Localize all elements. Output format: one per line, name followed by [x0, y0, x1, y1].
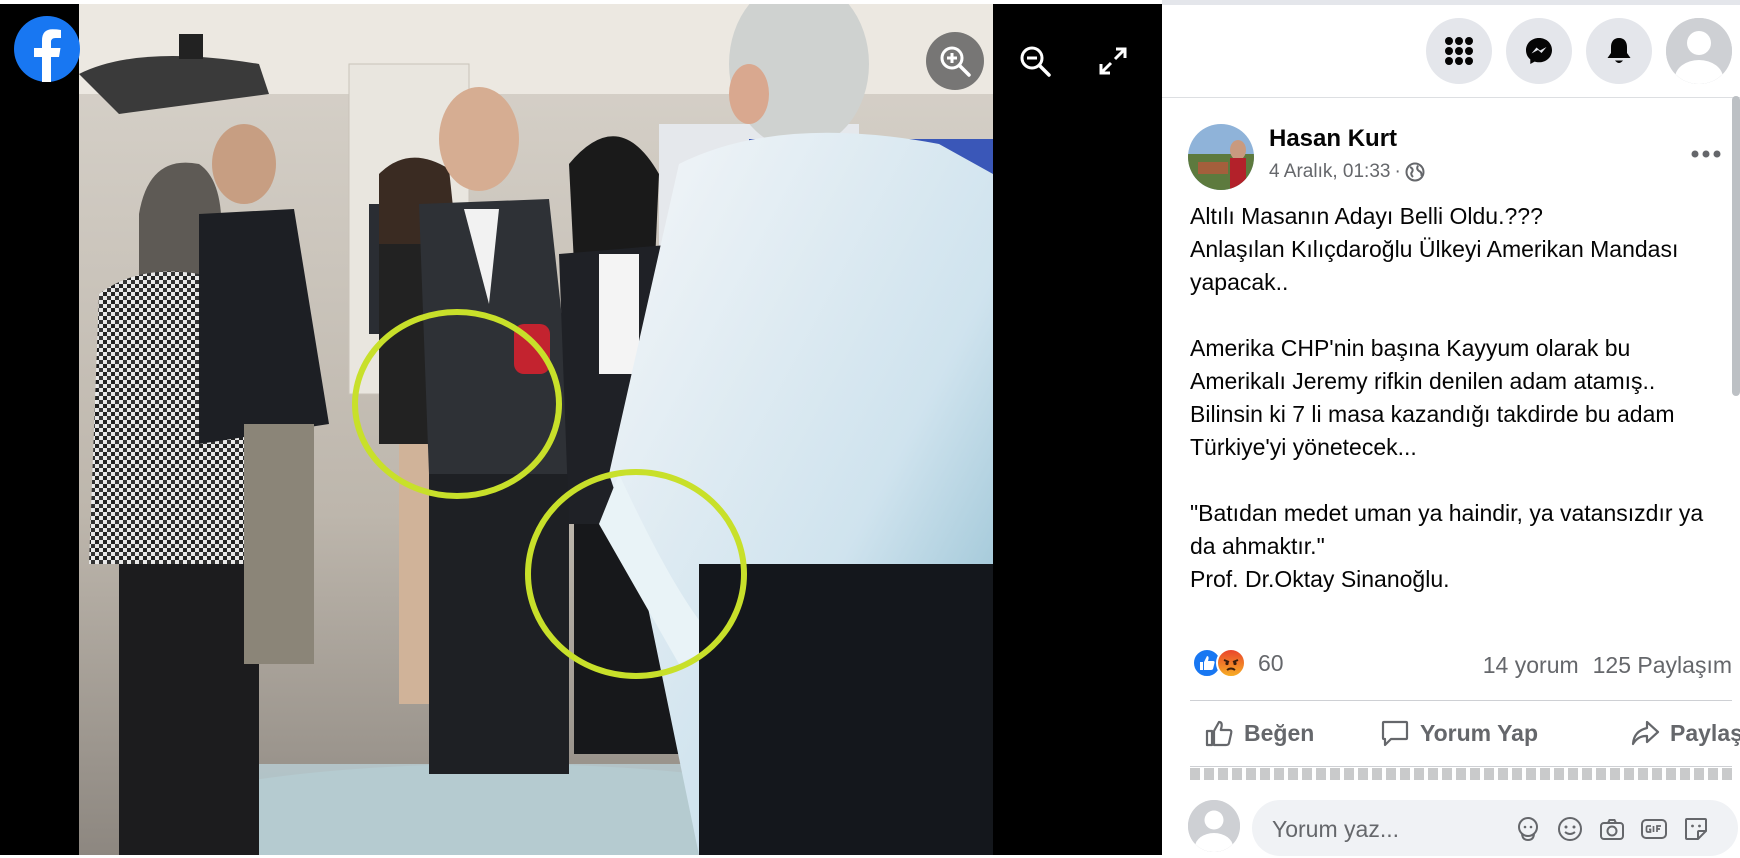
post-line: Türkiye'yi yönetecek...	[1190, 434, 1417, 460]
camera-icon[interactable]	[1598, 815, 1626, 843]
fullscreen-icon	[1099, 47, 1127, 75]
top-bar	[1162, 5, 1740, 98]
avatar-sticker-icon[interactable]	[1514, 815, 1542, 843]
sticker-icon[interactable]	[1682, 815, 1710, 843]
post-line: yapacak..	[1190, 269, 1289, 295]
globe-icon	[1405, 162, 1425, 182]
fullscreen-button[interactable]	[1084, 32, 1142, 90]
author-name[interactable]: Hasan Kurt	[1269, 125, 1397, 153]
more-options-button[interactable]	[1686, 140, 1726, 168]
menu-button[interactable]	[1426, 18, 1492, 84]
like-button[interactable]: Beğen	[1204, 708, 1314, 758]
post-line: "Batıdan medet uman ya haindir, ya vatan…	[1190, 500, 1704, 526]
messenger-icon	[1526, 38, 1552, 64]
post-line-blank	[1190, 299, 1735, 332]
meta-separator: ·	[1394, 161, 1401, 182]
post-line: Prof. Dr.Oktay Sinanoğlu.	[1190, 566, 1450, 592]
messenger-button[interactable]	[1506, 18, 1572, 84]
post-line-blank	[1190, 464, 1735, 497]
comment-button[interactable]: Yorum Yap	[1380, 708, 1538, 758]
share-label: Paylaş	[1670, 719, 1740, 746]
emoji-icon[interactable]	[1556, 815, 1584, 843]
comment-count[interactable]: 14 yorum	[1483, 652, 1579, 679]
zoom-in-button[interactable]	[926, 32, 984, 90]
reactions-summary[interactable]: 60	[1192, 648, 1284, 678]
angry-reaction-icon	[1216, 648, 1246, 678]
divider	[1190, 766, 1732, 767]
post-photo	[79, 4, 993, 855]
clipped-comment-preview	[1190, 768, 1732, 780]
comment-label: Yorum Yap	[1420, 719, 1539, 746]
post-meta: 4 Aralık, 01:33 ·	[1269, 161, 1425, 183]
share-button[interactable]: Paylaş	[1630, 708, 1740, 758]
bell-icon	[1607, 38, 1631, 63]
post-line: Amerika CHP'nin başına Kayyum olarak bu	[1190, 335, 1631, 361]
post-line: Amerikalı Jeremy rifkin denilen adam ata…	[1190, 368, 1656, 394]
share-count[interactable]: 125 Paylaşım	[1593, 652, 1732, 679]
comment-bubble-icon	[1381, 720, 1409, 747]
post-date[interactable]: 4 Aralık, 01:33	[1269, 161, 1390, 183]
zoom-out-icon	[1020, 46, 1051, 77]
zoom-out-button[interactable]	[1006, 32, 1064, 90]
comment-box	[1252, 800, 1738, 858]
more-horizontal-icon	[1691, 150, 1721, 158]
comment-input[interactable]	[1270, 800, 1494, 858]
commenter-avatar[interactable]	[1188, 800, 1240, 852]
post-stats: 14 yorum 125 Paylaşım	[1483, 652, 1732, 679]
menu-grid-icon	[1445, 37, 1473, 65]
reaction-count: 60	[1258, 649, 1284, 676]
notifications-button[interactable]	[1586, 18, 1652, 84]
post-line: Anlaşılan Kılıçdaroğlu Ülkeyi Amerikan M…	[1190, 236, 1679, 262]
profile-avatar[interactable]	[1666, 18, 1732, 84]
scrollbar-thumb[interactable]	[1732, 96, 1740, 396]
like-label: Beğen	[1244, 719, 1315, 746]
post-panel: Hasan Kurt 4 Aralık, 01:33 · Altılı Masa…	[1162, 0, 1740, 858]
divider	[1190, 700, 1732, 701]
zoom-in-icon	[940, 46, 971, 77]
post-text: Altılı Masanın Adayı Belli Oldu.??? Anla…	[1190, 200, 1735, 596]
thumbs-up-icon	[1205, 720, 1233, 747]
facebook-logo[interactable]	[14, 16, 80, 82]
comment-composer	[1188, 800, 1740, 858]
photo-viewer	[0, 0, 1162, 855]
post-actions: Beğen Yorum Yap Paylaş	[1190, 708, 1740, 758]
author-avatar[interactable]	[1188, 124, 1254, 190]
share-arrow-icon	[1631, 720, 1660, 746]
post-line: da ahmaktır."	[1190, 533, 1325, 559]
profile-silhouette-icon	[1666, 18, 1732, 84]
post-line: Bilinsin ki 7 li masa kazandığı takdirde…	[1190, 401, 1675, 427]
gif-icon[interactable]	[1640, 815, 1668, 843]
post-line: Altılı Masanın Adayı Belli Oldu.???	[1190, 203, 1543, 229]
